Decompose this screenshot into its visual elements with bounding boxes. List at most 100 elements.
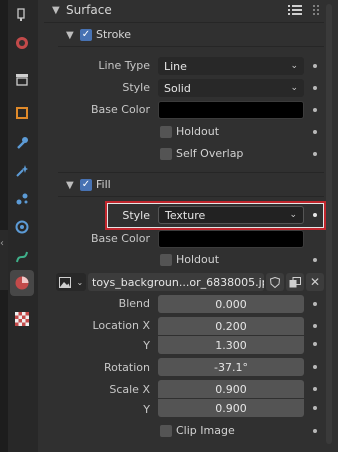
tab-constraints[interactable] [10, 244, 34, 270]
location-x-field[interactable]: 0.200 [158, 317, 304, 335]
tab-tool[interactable] [10, 2, 34, 28]
stroke-style-value: Solid [164, 81, 191, 95]
fill-holdout-label: Holdout [176, 253, 220, 266]
fill-base-color-swatch[interactable] [158, 230, 304, 248]
fake-user-button[interactable] [266, 273, 284, 291]
clip-image-label: Clip Image [176, 424, 235, 437]
image-name-value: toys_backgroun...or_6838005.jpg [92, 275, 264, 289]
keyframe-dot-icon[interactable] [313, 406, 317, 410]
stroke-holdout-label: Holdout [176, 125, 220, 138]
clip-image-checkbox[interactable] [160, 425, 172, 437]
self-overlap-checkbox[interactable] [160, 148, 172, 160]
keyframe-dot-icon[interactable] [313, 152, 317, 156]
checker-texture-icon [15, 312, 29, 326]
tab-world[interactable] [10, 30, 34, 56]
keyframe-dot-icon[interactable] [313, 429, 317, 433]
divider [44, 22, 324, 23]
line-type-dropdown[interactable]: Line ⌄ [158, 57, 304, 75]
sparkle-icon [16, 165, 28, 177]
divider [58, 196, 324, 197]
tab-effects[interactable] [10, 158, 34, 184]
scale-x-field[interactable]: 0.900 [158, 380, 304, 398]
editor-edge [0, 0, 8, 452]
rotation-value: -37.1° [214, 360, 248, 374]
unlink-button[interactable]: ✕ [306, 273, 324, 291]
world-icon [16, 37, 28, 49]
scale-y-value: 0.900 [215, 401, 247, 415]
self-overlap-label: Self Overlap [176, 147, 244, 160]
divider [58, 46, 324, 47]
chevron-down-icon[interactable]: ▼ [52, 5, 60, 16]
chevron-left-icon: ‹ [0, 238, 4, 249]
chevron-down-icon[interactable]: ▼ [66, 30, 74, 41]
location-y-label: Y [143, 339, 150, 352]
keyframe-dot-icon[interactable] [313, 213, 317, 217]
fill-style-label: Style [122, 209, 150, 222]
scale-x-value: 0.900 [215, 382, 247, 396]
divider [58, 172, 324, 173]
list-menu-icon[interactable] [288, 4, 302, 19]
scale-y-label: Y [143, 403, 150, 416]
chevron-down-icon: ⌄ [290, 83, 298, 93]
keyframe-dot-icon[interactable] [313, 302, 317, 306]
scrollbar[interactable] [326, 4, 332, 444]
keyframe-dot-icon[interactable] [313, 342, 317, 346]
blend-field[interactable]: 0.000 [158, 295, 304, 313]
rotation-label: Rotation [103, 361, 150, 374]
location-y-field[interactable]: 1.300 [158, 336, 304, 354]
tab-particles[interactable] [10, 186, 34, 212]
fill-holdout-checkbox[interactable] [160, 254, 172, 266]
tab-physics[interactable] [10, 214, 34, 240]
material-icon [15, 276, 29, 290]
fill-base-color-label: Base Color [90, 232, 150, 245]
keyframe-dot-icon[interactable] [313, 130, 317, 134]
keyframe-dot-icon[interactable] [313, 387, 317, 391]
keyframe-dot-icon[interactable] [313, 324, 317, 328]
rotation-field[interactable]: -37.1° [158, 358, 304, 376]
constraints-icon [16, 251, 28, 263]
stroke-base-color-label: Base Color [90, 103, 150, 116]
tab-object[interactable] [10, 100, 34, 126]
tab-collection[interactable] [10, 66, 34, 92]
subpanel-title-fill[interactable]: Fill [96, 178, 111, 191]
blend-value: 0.000 [215, 297, 247, 311]
image-name-field[interactable]: toys_backgroun...or_6838005.jpg [88, 273, 264, 291]
tab-material[interactable] [10, 270, 34, 296]
stroke-enable-checkbox[interactable]: ✓ [80, 29, 92, 41]
image-icon [58, 276, 71, 288]
physics-icon [15, 220, 29, 234]
drag-handle-icon[interactable] [312, 4, 320, 19]
line-type-label: Line Type [98, 59, 150, 72]
particles-icon [16, 193, 28, 205]
duplicate-button[interactable] [286, 273, 304, 291]
tool-icon [17, 8, 25, 21]
keyframe-dot-icon[interactable] [313, 108, 317, 112]
tab-modifiers[interactable] [10, 130, 34, 156]
collection-icon [16, 74, 28, 86]
sidebar-toggle-handle[interactable]: ‹ [0, 230, 8, 290]
keyframe-dot-icon[interactable] [313, 86, 317, 90]
keyframe-dot-icon[interactable] [313, 365, 317, 369]
keyframe-dot-icon[interactable] [313, 258, 317, 262]
blend-label: Blend [118, 297, 150, 310]
image-browse-button[interactable]: ⌄ [56, 273, 86, 291]
tab-texture[interactable] [10, 306, 34, 332]
shield-icon [270, 276, 280, 288]
location-x-label: Location X [92, 319, 150, 332]
chevron-down-icon[interactable]: ▼ [66, 180, 74, 191]
subpanel-title-stroke[interactable]: Stroke [96, 28, 131, 41]
stroke-holdout-checkbox[interactable] [160, 126, 172, 138]
scale-x-label: Scale X [109, 383, 150, 396]
chevron-down-icon: ⌄ [289, 210, 297, 220]
fill-style-value: Texture [165, 208, 206, 222]
keyframe-dot-icon[interactable] [313, 64, 317, 68]
fill-style-dropdown[interactable]: Texture ⌄ [158, 206, 304, 224]
section-title-surface[interactable]: Surface [66, 3, 112, 17]
location-y-value: 1.300 [215, 338, 247, 352]
stroke-style-dropdown[interactable]: Solid ⌄ [158, 79, 304, 97]
close-icon: ✕ [309, 275, 321, 289]
fill-enable-checkbox[interactable]: ✓ [80, 179, 92, 191]
scale-y-field[interactable]: 0.900 [158, 399, 304, 417]
location-x-value: 0.200 [215, 319, 247, 333]
stroke-base-color-swatch[interactable] [158, 101, 304, 119]
